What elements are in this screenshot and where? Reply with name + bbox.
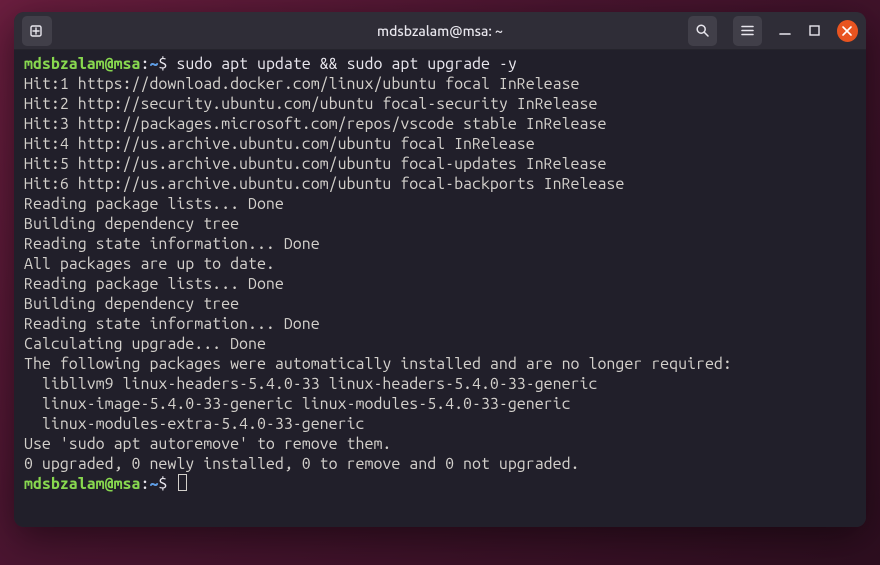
output-line: Building dependency tree: [24, 214, 856, 234]
search-icon: [695, 23, 710, 38]
plus-icon: [29, 23, 45, 39]
window-title: mdsbzalam@msa: ~: [192, 23, 688, 39]
output-line: Calculating upgrade... Done: [24, 334, 856, 354]
minimize-icon: [778, 24, 792, 38]
new-tab-button[interactable]: [22, 16, 52, 46]
output-line: Hit:1 https://download.docker.com/linux/…: [24, 74, 856, 94]
hamburger-icon: [740, 23, 755, 38]
output-line: The following packages were automaticall…: [24, 354, 856, 374]
prompt-line-2: mdsbzalam@msa:~$: [24, 474, 856, 494]
output-line: Hit:3 http://packages.microsoft.com/repo…: [24, 114, 856, 134]
output-line: Reading state information... Done: [24, 234, 856, 254]
close-button[interactable]: [837, 20, 858, 42]
output-line: Use 'sudo apt autoremove' to remove them…: [24, 434, 856, 454]
terminal-body[interactable]: mdsbzalam@msa:~$ sudo apt update && sudo…: [14, 50, 866, 527]
maximize-icon: [808, 24, 821, 37]
output-line: Hit:5 http://us.archive.ubuntu.com/ubunt…: [24, 154, 856, 174]
cursor: [178, 474, 187, 491]
output-line: Building dependency tree: [24, 294, 856, 314]
output-line: 0 upgraded, 0 newly installed, 0 to remo…: [24, 454, 856, 474]
output-line: Reading state information... Done: [24, 314, 856, 334]
titlebar: mdsbzalam@msa: ~: [14, 12, 866, 50]
output-line: Hit:6 http://us.archive.ubuntu.com/ubunt…: [24, 174, 856, 194]
menu-button[interactable]: [733, 16, 762, 46]
terminal-window: mdsbzalam@msa: ~: [14, 12, 866, 527]
output-line: libllvm9 linux-headers-5.4.0-33 linux-he…: [24, 374, 856, 394]
output-line: Reading package lists... Done: [24, 194, 856, 214]
output-line: All packages are up to date.: [24, 254, 856, 274]
prompt-user-host: mdsbzalam@msa: [24, 55, 140, 73]
prompt-line-1: mdsbzalam@msa:~$ sudo apt update && sudo…: [24, 54, 856, 74]
search-button[interactable]: [688, 16, 717, 46]
command-text: sudo apt update && sudo apt upgrade -y: [176, 55, 516, 73]
maximize-button[interactable]: [808, 24, 821, 37]
output-line: linux-image-5.4.0-33-generic linux-modul…: [24, 394, 856, 414]
output-line: linux-modules-extra-5.4.0-33-generic: [24, 414, 856, 434]
output-line: Hit:2 http://security.ubuntu.com/ubuntu …: [24, 94, 856, 114]
output-line: Hit:4 http://us.archive.ubuntu.com/ubunt…: [24, 134, 856, 154]
minimize-button[interactable]: [778, 24, 792, 38]
prompt-user-host: mdsbzalam@msa: [24, 475, 140, 493]
close-icon: [841, 25, 853, 37]
output-line: Reading package lists... Done: [24, 274, 856, 294]
